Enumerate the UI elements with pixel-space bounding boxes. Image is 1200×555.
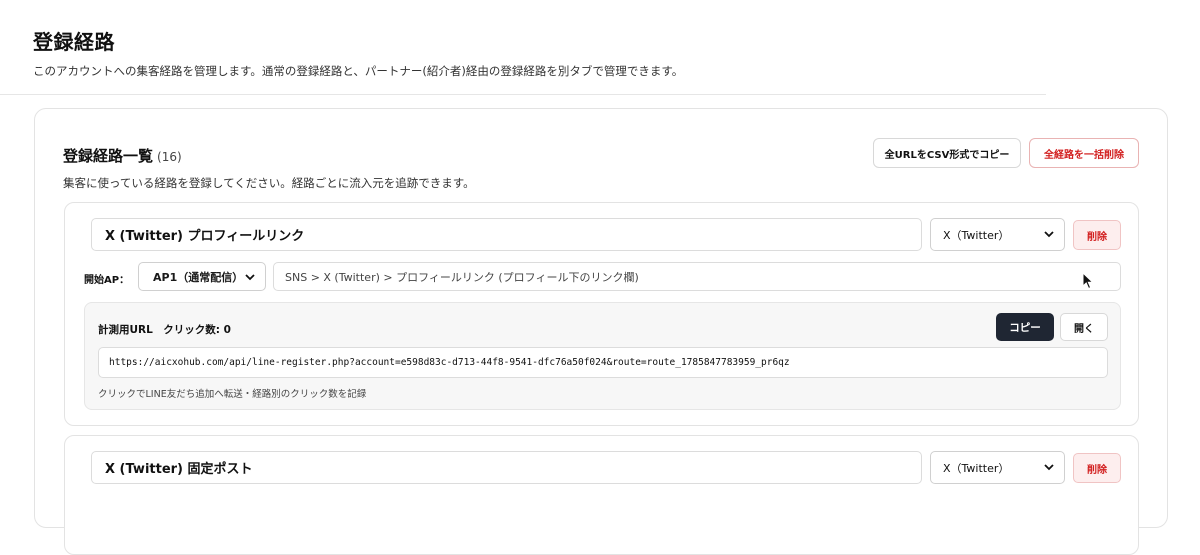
- route-path-input[interactable]: SNS > X (Twitter) > プロフィールリンク (プロフィール下のリ…: [273, 262, 1121, 291]
- route-name-input[interactable]: X (Twitter) プロフィールリンク: [91, 218, 922, 251]
- delete-route-button[interactable]: 削除: [1073, 220, 1121, 250]
- copy-all-urls-csv-button[interactable]: 全URLをCSV形式でコピー: [873, 138, 1021, 168]
- chevron-down-icon: [1044, 231, 1054, 238]
- section-description: 集客に使っている経路を登録してください。経路ごとに流入元を追跡できます。: [63, 176, 475, 190]
- start-ap-select[interactable]: AP1（通常配信）: [138, 262, 266, 291]
- mouse-pointer-icon: [1082, 272, 1094, 290]
- route-type-select[interactable]: X（Twitter）: [930, 218, 1065, 251]
- section-title-text: 登録経路一覧: [63, 147, 154, 165]
- header-divider: [0, 94, 1046, 95]
- route-type-select[interactable]: X（Twitter）: [930, 451, 1065, 484]
- start-ap-value: AP1（通常配信）: [153, 270, 244, 284]
- tracking-url-label: 計測用URL クリック数: 0: [98, 324, 231, 336]
- route-type-value: X（Twitter）: [943, 228, 1010, 242]
- chevron-down-icon: [1044, 464, 1054, 471]
- page-description: このアカウントへの集客経路を管理します。通常の登録経路と、パートナー(紹介者)経…: [33, 64, 684, 78]
- tracking-url-field[interactable]: https://aicxohub.com/api/line-register.p…: [98, 347, 1108, 378]
- route-name-input[interactable]: X (Twitter) 固定ポスト: [91, 451, 922, 484]
- section-title: 登録経路一覧 (16): [63, 145, 182, 166]
- route-type-value: X（Twitter）: [943, 461, 1010, 475]
- delete-all-routes-button[interactable]: 全経路を一括削除: [1029, 138, 1139, 168]
- page-header: 登録経路 このアカウントへの集客経路を管理します。通常の登録経路と、パートナー(…: [33, 26, 683, 79]
- open-url-button[interactable]: 開く: [1060, 313, 1108, 341]
- route-card: X (Twitter) 固定ポスト X（Twitter） 削除: [64, 435, 1139, 555]
- delete-route-button[interactable]: 削除: [1073, 453, 1121, 483]
- tracking-note: クリックでLINE友だち追加へ転送・経路別のクリック数を記録: [98, 389, 367, 400]
- routes-panel: 登録経路一覧 (16) 集客に使っている経路を登録してください。経路ごとに流入元を…: [34, 108, 1168, 555]
- route-count: (16): [157, 150, 182, 164]
- route-card: X (Twitter) プロフィールリンク X（Twitter） 削除 開始AP…: [64, 202, 1139, 426]
- tracking-url-box: 計測用URL クリック数: 0 コピー 開く https://aicxohub.…: [84, 302, 1121, 410]
- page-title: 登録経路: [33, 30, 115, 54]
- copy-url-button[interactable]: コピー: [996, 313, 1054, 341]
- chevron-down-icon: [245, 274, 255, 281]
- start-ap-label: 開始AP：: [84, 275, 130, 286]
